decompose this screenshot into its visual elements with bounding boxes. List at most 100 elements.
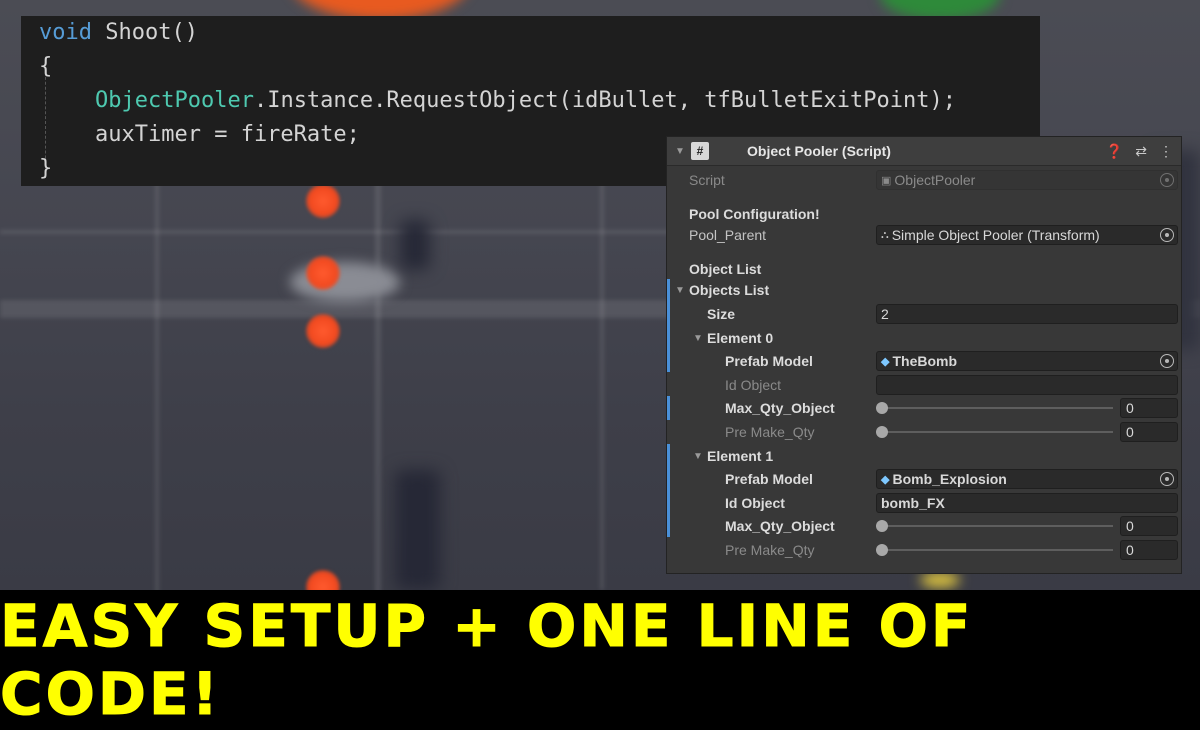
pre-make-slider[interactable]: 0 (876, 540, 1178, 560)
slider-knob[interactable] (876, 402, 888, 414)
max-qty-label: Max_Qty_Object (725, 400, 835, 416)
pre-make-row: Pre Make_Qty 0 (667, 539, 1181, 561)
slider-knob[interactable] (876, 520, 888, 532)
inspector-panel: ▼ # Object Pooler (Script) ❓ ⇄ ⋮ Script … (666, 136, 1182, 574)
pool-config-heading: Pool Configuration! (689, 206, 820, 222)
foldout-arrow-icon[interactable]: ▼ (693, 451, 703, 462)
transform-icon: ⛬ (881, 228, 889, 241)
foldout-arrow-icon[interactable]: ▼ (675, 285, 685, 296)
max-qty-input[interactable]: 0 (1120, 516, 1178, 536)
slider-track (882, 525, 1113, 527)
max-qty-row: Max_Qty_Object 0 (667, 397, 1181, 419)
pool-parent-value: Simple Object Pooler (Transform) (891, 227, 1100, 243)
code-type: ObjectPooler (95, 88, 254, 113)
id-object-label: Id Object (725, 377, 782, 393)
prefab-model-label: Prefab Model (725, 471, 813, 487)
id-object-field[interactable]: bomb_FX (876, 493, 1178, 513)
id-object-row: Id Object bomb_FX (667, 492, 1181, 514)
pool-parent-row: Pool_Parent ⛬ Simple Object Pooler (Tran… (667, 224, 1181, 246)
bullet-dot (306, 570, 340, 590)
objects-list-foldout[interactable]: ▼ Objects List (667, 279, 1181, 301)
script-icon: # (691, 142, 709, 160)
pool-parent-label: Pool_Parent (689, 227, 767, 243)
help-icon[interactable]: ❓ (1106, 143, 1123, 160)
code-keyword: void (39, 20, 92, 45)
prefab-model-row: Prefab Model ◆ Bomb_Explosion (667, 468, 1181, 490)
slider-track (882, 431, 1113, 433)
slider-knob[interactable] (876, 544, 888, 556)
pre-make-row: Pre Make_Qty 0 (667, 421, 1181, 443)
objects-list-label: Objects List (689, 282, 770, 298)
collapse-arrow-icon[interactable]: ▼ (675, 146, 689, 157)
pool-config-heading-row: Pool Configuration! (667, 203, 1181, 225)
prefab-model-value: Bomb_Explosion (892, 471, 1007, 487)
object-list-heading: Object List (689, 261, 762, 277)
grid-line (155, 180, 159, 590)
pre-make-label: Pre Make_Qty (725, 542, 815, 558)
pre-make-slider[interactable]: 0 (876, 422, 1178, 442)
pre-make-label: Pre Make_Qty (725, 424, 815, 440)
grid-line (375, 180, 381, 590)
pre-make-input[interactable]: 0 (1120, 540, 1178, 560)
object-picker-icon (1160, 173, 1174, 187)
script-value: ObjectPooler (894, 172, 976, 188)
max-qty-input[interactable]: 0 (1120, 398, 1178, 418)
id-object-label: Id Object (725, 495, 785, 511)
yellow-blob (920, 572, 960, 588)
slider-knob[interactable] (876, 426, 888, 438)
size-label: Size (707, 306, 736, 322)
max-qty-row: Max_Qty_Object 0 (667, 515, 1181, 537)
object-picker-icon[interactable] (1160, 354, 1174, 368)
code-line: void Shoot() (39, 16, 1040, 50)
id-object-field[interactable] (876, 375, 1178, 395)
script-asset-icon: ▣ (881, 174, 892, 187)
caption-banner: Easy Setup + One Line of Code! (0, 590, 1200, 730)
component-header[interactable]: ▼ # Object Pooler (Script) ❓ ⇄ ⋮ (667, 137, 1181, 166)
bullet-dot (306, 184, 340, 218)
object-list-heading-row: Object List (667, 258, 1181, 280)
header-icons: ❓ ⇄ ⋮ (1106, 137, 1173, 166)
size-row: Size 2 (667, 303, 1181, 325)
dark-shape (400, 220, 430, 270)
pool-parent-field[interactable]: ⛬ Simple Object Pooler (Transform) (876, 225, 1178, 245)
component-title: Object Pooler (Script) (747, 143, 891, 159)
bullet-dot (306, 314, 340, 348)
grid-line (600, 150, 604, 590)
script-row: Script ▣ ObjectPooler (667, 169, 1181, 191)
prefab-icon: ◆ (881, 355, 890, 368)
size-value: 2 (881, 306, 889, 322)
slider-track (882, 407, 1113, 409)
element-1-foldout[interactable]: ▼ Element 1 (667, 445, 1181, 467)
script-field: ▣ ObjectPooler (876, 170, 1178, 190)
code-text: .Instance.RequestObject(idBullet, tfBull… (253, 88, 956, 113)
caption-text: Easy Setup + One Line of Code! (0, 592, 974, 729)
presets-icon[interactable]: ⇄ (1135, 143, 1147, 160)
dark-shape (395, 470, 440, 590)
id-object-row: Id Object (667, 374, 1181, 396)
code-line: { (39, 50, 1040, 84)
code-text: Shoot() (91, 20, 198, 45)
code-text: auxTimer = fireRate; (95, 122, 360, 147)
slider-track (882, 549, 1113, 551)
code-text: { (39, 54, 53, 79)
max-qty-slider[interactable]: 0 (876, 516, 1178, 536)
max-qty-slider[interactable]: 0 (876, 398, 1178, 418)
max-qty-label: Max_Qty_Object (725, 518, 835, 534)
element-0-foldout[interactable]: ▼ Element 0 (667, 327, 1181, 349)
code-text: } (39, 156, 53, 181)
prefab-model-label: Prefab Model (725, 353, 813, 369)
prefab-model-row: Prefab Model ◆ TheBomb (667, 350, 1181, 372)
bullet-dot (306, 256, 340, 290)
prefab-model-value: TheBomb (892, 353, 958, 369)
prefab-icon: ◆ (881, 473, 890, 486)
menu-icon[interactable]: ⋮ (1159, 143, 1173, 160)
foldout-arrow-icon[interactable]: ▼ (693, 333, 703, 344)
element-1-label: Element 1 (707, 448, 774, 464)
prefab-model-field[interactable]: ◆ TheBomb (876, 351, 1178, 371)
pre-make-input[interactable]: 0 (1120, 422, 1178, 442)
code-line: ObjectPooler.Instance.RequestObject(idBu… (39, 84, 1040, 118)
prefab-model-field[interactable]: ◆ Bomb_Explosion (876, 469, 1178, 489)
size-field[interactable]: 2 (876, 304, 1178, 324)
object-picker-icon[interactable] (1160, 228, 1174, 242)
object-picker-icon[interactable] (1160, 472, 1174, 486)
